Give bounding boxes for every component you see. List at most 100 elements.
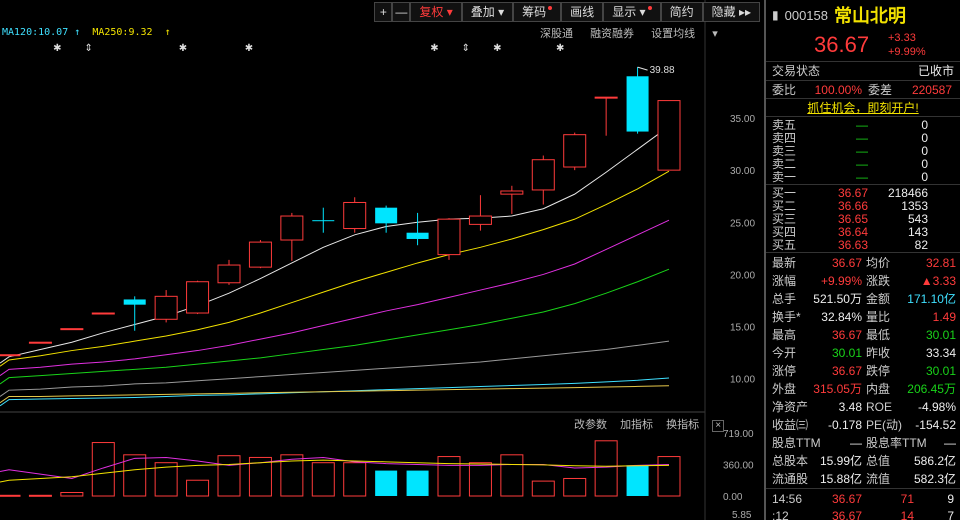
high-price-annotation: 39.88	[650, 65, 675, 76]
modify-params-button[interactable]: 改参数	[574, 419, 607, 431]
candle-body[interactable]	[563, 134, 587, 168]
buy-orders: 买一 36.67 218466 买二 36.66 1353 买三 36.65 543 买四 36.6…	[766, 184, 960, 252]
shenhai-link[interactable]: 深股通	[540, 28, 573, 40]
event-marker-icon[interactable]: ✱	[245, 43, 253, 54]
caret-down-icon: ▾	[446, 5, 453, 19]
stat-label: 流通股	[772, 472, 809, 486]
event-marker-icon[interactable]: ✱	[179, 43, 187, 54]
volume-tick-label: 0.00	[723, 492, 743, 503]
margin-link[interactable]: 融资融券	[590, 28, 634, 40]
hide-label: 隐藏	[711, 5, 736, 19]
candle-body[interactable]	[594, 96, 618, 99]
candle-body[interactable]	[248, 241, 272, 268]
restore-rights-label: 复权	[419, 5, 444, 19]
price-block: 36.67 +3.33 +9.99%	[766, 30, 960, 62]
candle-body[interactable]	[343, 201, 367, 230]
bid-label: 买五	[772, 238, 797, 252]
volume-bar	[91, 442, 115, 497]
stat-row: 收益㈢ -0.178 PE(动) -154.52	[766, 416, 960, 434]
candle-body[interactable]	[154, 295, 178, 320]
bookmark-icon[interactable]: ▮	[772, 8, 779, 22]
y-tick-label: 30.00	[730, 166, 755, 177]
hide-button[interactable]: 隐藏 ▸▸	[702, 2, 760, 22]
ask-row[interactable]: 卖一 — 0	[766, 171, 960, 184]
stat-label: 最低	[866, 328, 891, 342]
change-block: +3.33 +9.99%	[888, 31, 926, 59]
candle-body[interactable]	[186, 281, 210, 314]
swap-indicator-button[interactable]: 换指标	[666, 419, 699, 431]
stat-value: 521.50万	[813, 292, 862, 306]
tick-list: 14:56 36.67 71 9:12 36.67 14 7	[766, 488, 960, 520]
order-ratio-row: 委比 100.00% 委差 220587	[766, 80, 960, 98]
stat-value: 15.88亿	[819, 472, 862, 486]
overlay-button[interactable]: 叠加 ▾	[461, 2, 514, 22]
tick-row: 14:56 36.67 71 9	[766, 491, 960, 508]
candle-body[interactable]	[657, 100, 681, 171]
draw-line-button[interactable]: 画线	[561, 2, 604, 22]
candle-body[interactable]	[123, 299, 146, 305]
ma-magenta-line	[0, 219, 670, 376]
candle-body[interactable]	[531, 159, 555, 191]
volume-bar	[311, 462, 335, 497]
stat-row: 总股本 15.99亿 总值 586.2亿	[766, 452, 960, 470]
stat-label: 股息TTM	[772, 436, 821, 450]
candle-body[interactable]	[406, 232, 429, 239]
event-marker-icon[interactable]: ✱	[493, 43, 501, 54]
zoom-out-button[interactable]: —	[392, 2, 411, 22]
stat-value: 1.49	[932, 310, 956, 324]
close-icon[interactable]: ×	[712, 420, 725, 432]
add-indicator-button[interactable]: 加指标	[620, 419, 653, 431]
stat-value: —	[944, 436, 956, 450]
chips-label: 筹码	[522, 5, 547, 19]
zoom-in-button[interactable]: +	[374, 2, 393, 22]
stat-row: 涨停 36.67 跌停 30.01	[766, 362, 960, 380]
volume-bar	[217, 455, 241, 497]
ma250-label: MA250:9.32	[92, 27, 153, 38]
stat-value: 30.01	[925, 328, 956, 342]
volume-bar	[0, 494, 21, 497]
volume-bar	[375, 470, 398, 496]
candle-body[interactable]	[375, 207, 398, 224]
stat-value: 36.67	[831, 364, 862, 378]
ask-label: 卖一	[772, 170, 797, 184]
event-marker-icon[interactable]: ⇕	[85, 43, 93, 54]
candle-body[interactable]	[60, 328, 84, 331]
candle-body[interactable]	[217, 264, 241, 284]
event-marker-icon[interactable]: ⇕	[462, 43, 470, 54]
kline-chart[interactable]: 35.00 30.00 25.00 20.00 15.00 10.00 39.88 ✱ ⇕ ✱ ✱ ✱…	[0, 0, 760, 520]
event-marker-icon[interactable]: ✱	[556, 43, 564, 54]
trade-status-label: 交易状态	[772, 64, 821, 78]
candle-body[interactable]	[312, 220, 335, 222]
y-tick-label: 15.00	[730, 323, 755, 334]
event-marker-icon[interactable]: ✱	[53, 43, 61, 54]
candle-body[interactable]	[0, 354, 21, 357]
volume-bar	[343, 462, 367, 497]
y-tick-label: 25.00	[730, 218, 755, 229]
stat-value: 15.99亿	[819, 454, 862, 468]
chips-button[interactable]: 筹码	[513, 2, 562, 22]
candle-body[interactable]	[468, 215, 492, 225]
candle-body[interactable]	[280, 215, 304, 241]
stat-row: 外盘 315.05万 内盘 206.45万	[766, 380, 960, 398]
tick-row: :12 36.67 14 7	[766, 508, 960, 520]
promo-link[interactable]: 抓住机会，即刻开户!	[766, 98, 960, 116]
display-button[interactable]: 显示 ▾	[603, 2, 661, 22]
kline-chart-area[interactable]: 35.00 30.00 25.00 20.00 15.00 10.00 39.88 ✱ ⇕ ✱ ✱ ✱…	[0, 0, 760, 520]
set-ma-link[interactable]: 设置均线 ▾	[651, 28, 732, 40]
bid-row[interactable]: 买五 36.63 82	[766, 239, 960, 252]
candle-body[interactable]	[91, 312, 115, 315]
candle-body[interactable]	[626, 76, 649, 132]
candle-body[interactable]	[500, 190, 524, 195]
stat-label: 涨停	[772, 364, 797, 378]
stat-value: 30.01	[925, 364, 956, 378]
notification-dot-icon	[548, 6, 553, 10]
candle-body[interactable]	[28, 341, 52, 344]
restore-rights-button[interactable]: 复权 ▾	[410, 2, 462, 22]
candle-body[interactable]	[437, 218, 461, 256]
up-arrow-icon: ↑	[164, 27, 171, 38]
stat-label: 金额	[866, 292, 891, 306]
simple-button[interactable]: 简约	[660, 2, 703, 22]
stat-label: ROE	[866, 400, 893, 414]
order-ratio-label: 委比	[772, 83, 797, 97]
event-marker-icon[interactable]: ✱	[430, 43, 438, 54]
